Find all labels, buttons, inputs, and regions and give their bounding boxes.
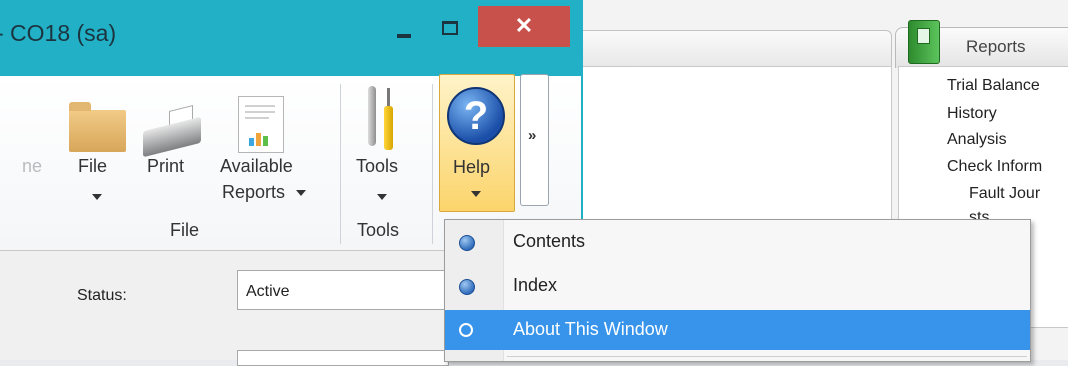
- help-button[interactable]: ? Help: [439, 74, 515, 212]
- minimize-button[interactable]: [391, 19, 421, 43]
- print-button[interactable]: Print: [135, 90, 207, 215]
- close-button[interactable]: ✕: [478, 6, 570, 47]
- window-title: - CO18 (sa): [0, 20, 117, 46]
- help-icon: ?: [447, 87, 505, 145]
- menu-item-label: About This Window: [513, 319, 668, 339]
- available-reports-button[interactable]: Available Reports: [208, 90, 318, 215]
- group-label-tools: Tools: [357, 220, 400, 240]
- chevron-down-icon: [377, 194, 387, 200]
- reports-tab-label: Reports: [966, 37, 1026, 56]
- group-label-file: File: [170, 220, 200, 240]
- help-circle-icon: [459, 323, 473, 337]
- menu-item-label: Contents: [513, 231, 586, 251]
- available-label: Available: [220, 156, 293, 176]
- reports-label: Reports: [222, 182, 286, 202]
- text-field[interactable]: [237, 350, 449, 366]
- title-bar[interactable]: - CO18 (sa) ✕: [0, 0, 581, 76]
- report-link[interactable]: Trial Balance: [947, 77, 1040, 95]
- menu-item-contents[interactable]: Contents: [445, 222, 1030, 262]
- group-separator: [432, 84, 433, 244]
- file-button[interactable]: File: [64, 90, 130, 215]
- ribbon-overflow-button[interactable]: »: [520, 74, 549, 206]
- tools-button[interactable]: Tools: [350, 86, 420, 215]
- report-link[interactable]: History: [947, 105, 997, 123]
- chevron-down-icon: [296, 190, 306, 196]
- help-circle-icon: [459, 279, 475, 295]
- menu-divider: [507, 356, 1027, 357]
- group-separator: [340, 84, 341, 244]
- chevron-down-icon: [471, 191, 481, 197]
- menu-item-label: Index: [513, 275, 558, 295]
- help-circle-icon: [459, 235, 475, 251]
- report-link[interactable]: Analysis: [947, 131, 1007, 149]
- report-link[interactable]: Check Inform: [947, 158, 1042, 176]
- menu-item-index[interactable]: Index: [445, 266, 1030, 306]
- double-chevron-right-icon: »: [528, 127, 537, 144]
- tools-button-label: Tools: [356, 156, 399, 176]
- tools-icon: [362, 86, 402, 152]
- printer-icon: [139, 105, 207, 158]
- maximize-button[interactable]: [436, 14, 466, 38]
- reports-tab[interactable]: Reports: [895, 20, 1068, 68]
- partial-button-label: ne: [22, 156, 43, 176]
- print-button-label: Print: [147, 156, 185, 176]
- help-button-label: Help: [453, 157, 491, 177]
- status-label: Status:: [77, 287, 127, 304]
- status-field[interactable]: Active: [237, 270, 447, 310]
- file-button-label: File: [78, 156, 108, 176]
- folder-icon: [69, 102, 126, 152]
- help-dropdown-menu: Contents Index About This Window: [444, 219, 1031, 362]
- report-link[interactable]: Fault Jour: [969, 185, 1040, 203]
- report-document-icon: [238, 96, 284, 153]
- menu-item-about-this-window[interactable]: About This Window: [445, 310, 1030, 350]
- reports-book-icon: [908, 20, 940, 64]
- chevron-down-icon: [92, 194, 102, 200]
